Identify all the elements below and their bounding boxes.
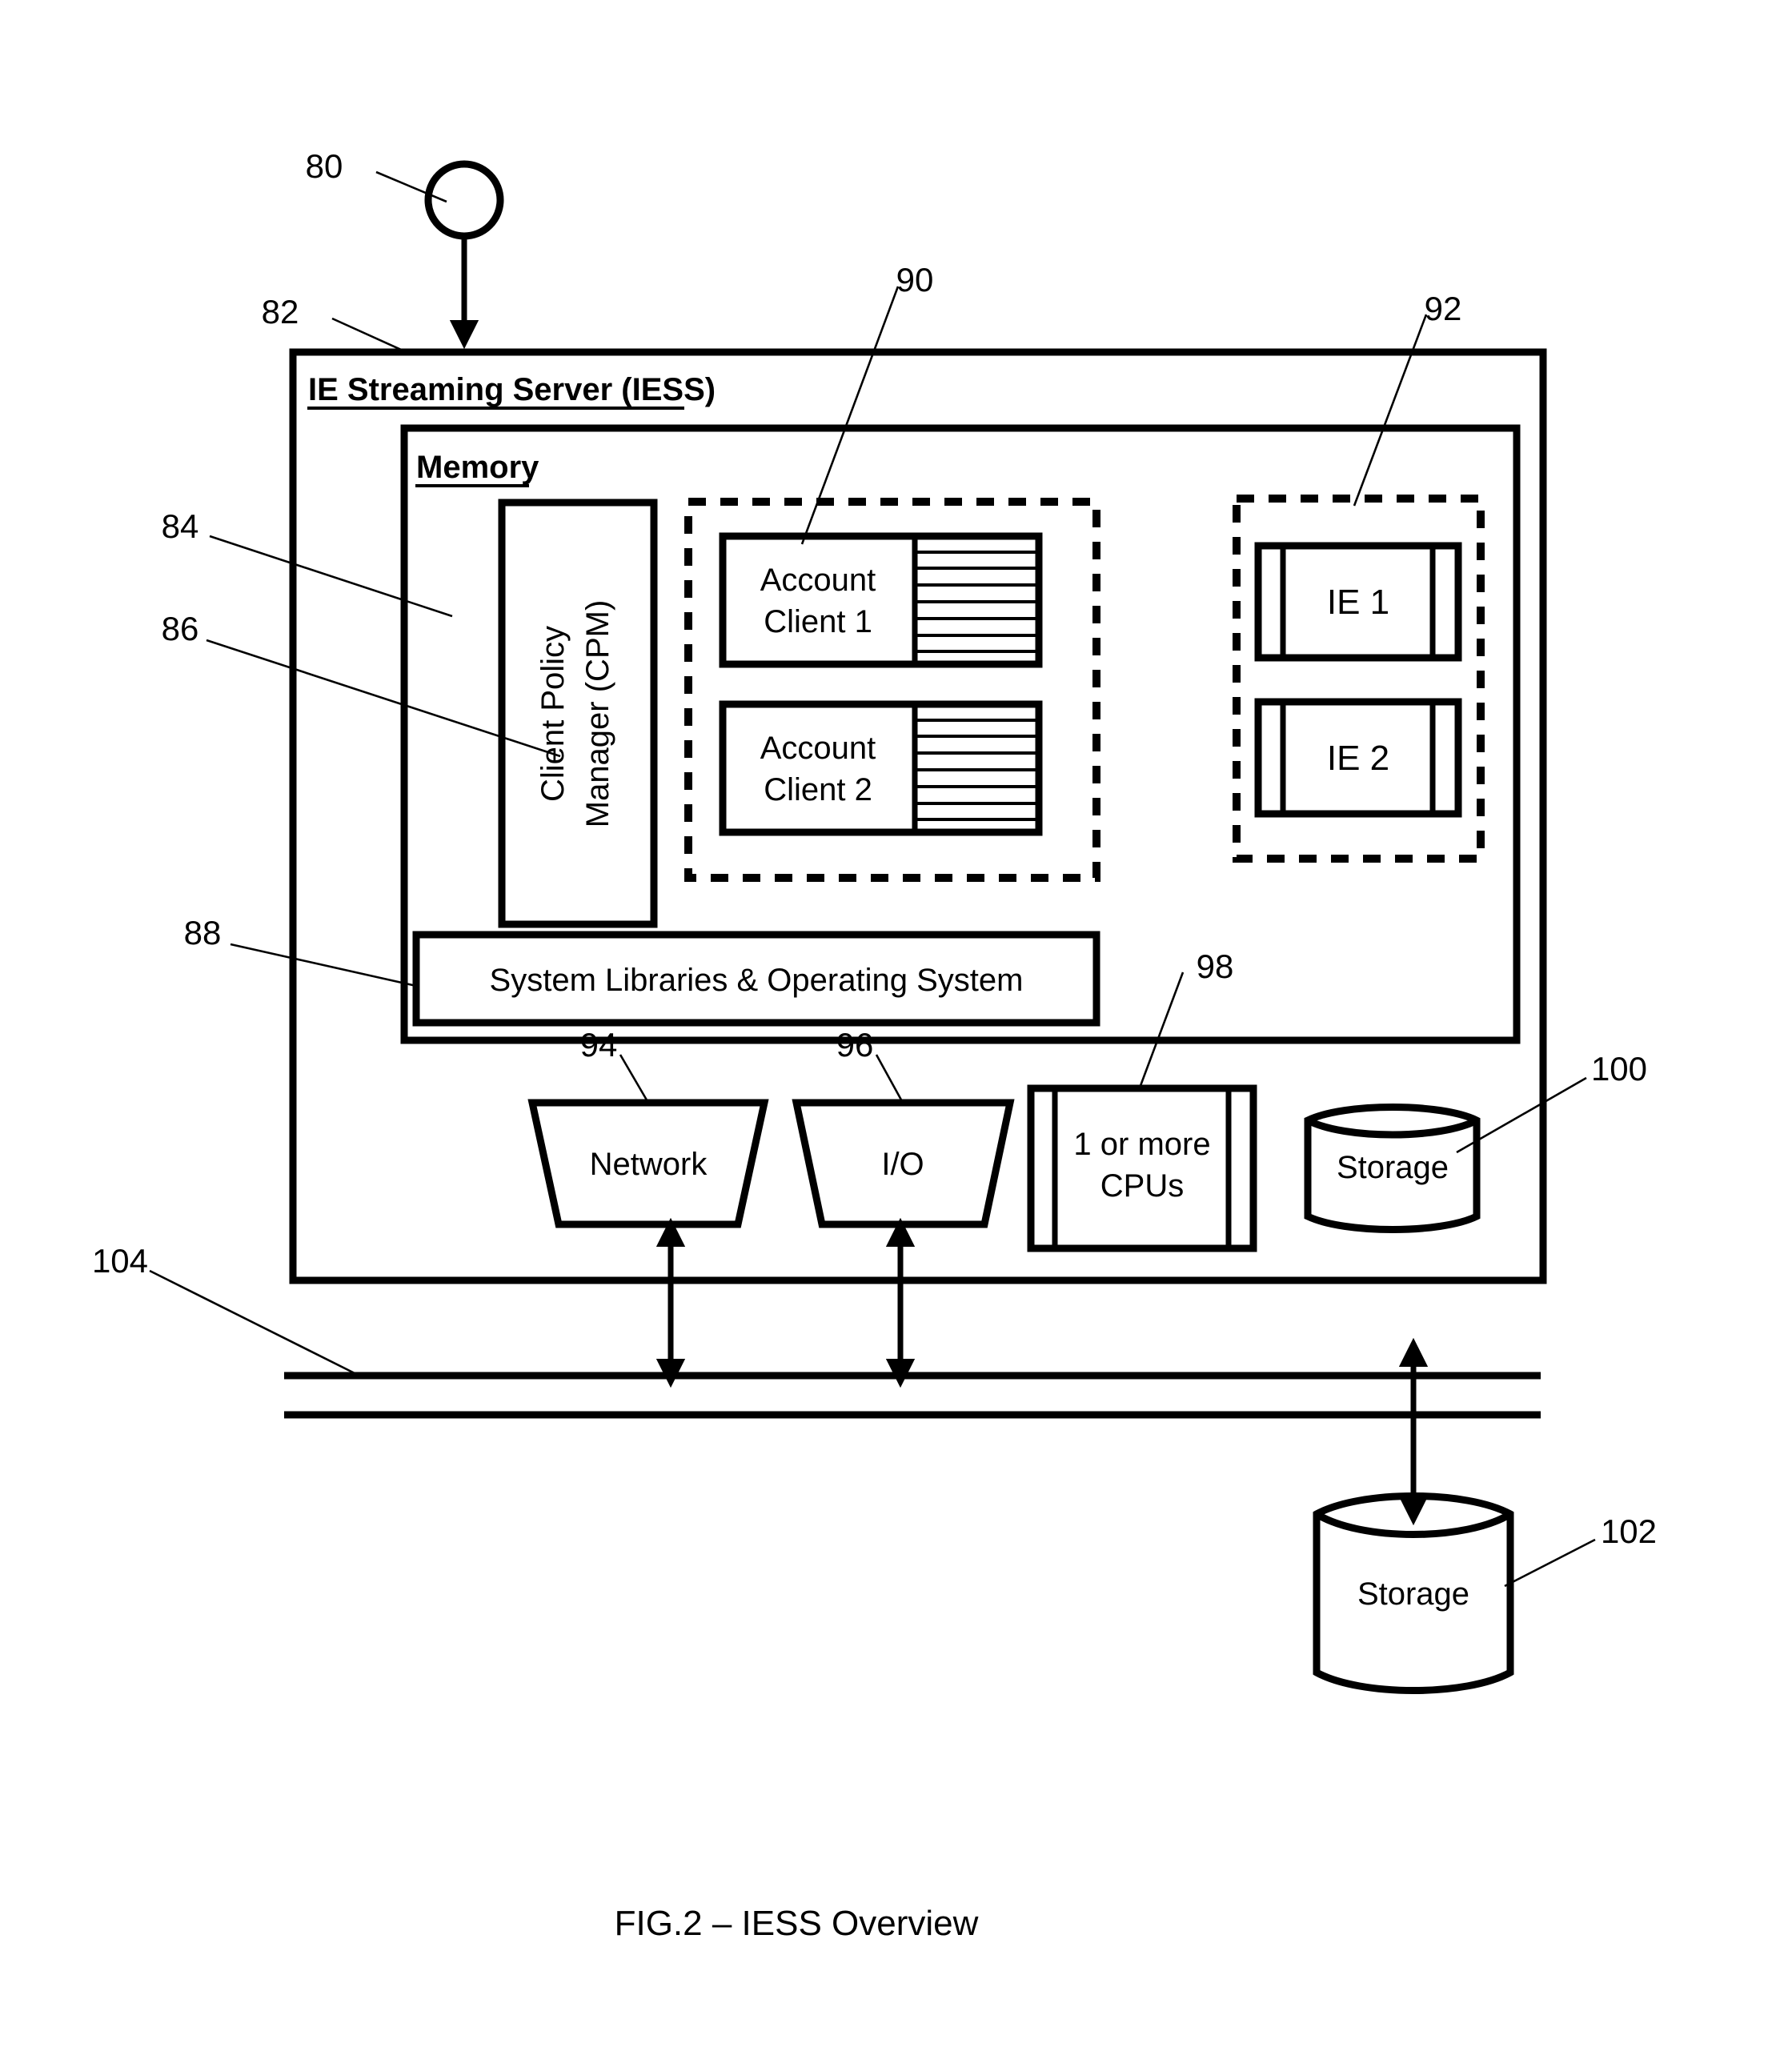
circle-node-icon	[424, 160, 504, 240]
ref-number-84: 84	[162, 507, 199, 545]
account-client-2-label-line1: Account	[760, 731, 876, 766]
cpus-label-line2: CPUs	[1100, 1168, 1184, 1204]
ref-number-96: 96	[836, 1026, 874, 1064]
ref-number-92: 92	[1425, 290, 1462, 327]
account-client-1-label-line2: Client 1	[764, 604, 872, 639]
memory-title: Memory	[416, 450, 539, 485]
ie-engine-2-label: IE 2	[1327, 739, 1389, 778]
ref-number-94: 94	[580, 1026, 618, 1064]
cpus-module: 1 or more CPUs	[1027, 1084, 1257, 1252]
external-storage-top-ellipse	[1314, 1511, 1513, 1538]
ref-number-82: 82	[262, 293, 299, 330]
account-client-1-label-line1: Account	[760, 563, 876, 598]
leader-84	[209, 535, 453, 618]
ref-number-104: 104	[92, 1242, 148, 1280]
cpm-label-line1: Client Policy	[535, 626, 571, 802]
internal-storage-cylinder: Storage	[1304, 1104, 1481, 1233]
ref-number-100: 100	[1591, 1050, 1647, 1088]
system-libraries-label: System Libraries & Operating System	[490, 963, 1024, 998]
external-storage-cylinder: Storage	[1313, 1492, 1514, 1694]
leader-92	[1353, 314, 1428, 507]
leader-104	[149, 1269, 357, 1376]
ref-number-90: 90	[896, 261, 934, 298]
figure-canvas: 80 82 IE Streaming Server (IESS) 84 Memo…	[92, 147, 1657, 1943]
leader-86	[206, 639, 561, 758]
external-storage-label: Storage	[1357, 1576, 1469, 1612]
account-client-2-stripes	[915, 719, 1039, 821]
account-client-2-label-line2: Client 2	[764, 772, 872, 807]
leader-82	[331, 317, 409, 355]
ie-engine-1-label: IE 1	[1327, 583, 1389, 622]
memory-box	[400, 424, 1521, 1044]
ie-engine-2: IE 2	[1254, 698, 1462, 818]
io-label: I/O	[881, 1147, 924, 1182]
ref-number-88: 88	[184, 914, 222, 951]
cpm-label-line2: Manager (CPM)	[580, 600, 615, 828]
iess-title: IE Streaming Server (IESS)	[308, 372, 716, 407]
account-client-1: Account Client 1	[719, 532, 1043, 668]
leader-102	[1504, 1538, 1596, 1588]
leader-88	[230, 943, 417, 987]
figure-caption: FIG.2 – IESS Overview	[615, 1904, 979, 1943]
cpm-box	[498, 499, 658, 928]
leader-98	[1137, 971, 1185, 1091]
leader-94	[619, 1054, 650, 1104]
leader-100	[1456, 1076, 1587, 1154]
network-label: Network	[590, 1147, 708, 1182]
cpm-label-group: Client Policy Manager (CPM)	[535, 600, 615, 828]
cpus-label-line1: 1 or more	[1073, 1127, 1210, 1162]
leader-96	[875, 1054, 904, 1104]
ref-number-98: 98	[1197, 947, 1234, 985]
ref-number-86: 86	[162, 610, 199, 647]
ie-group-dashed-box	[1233, 495, 1485, 863]
internal-storage-top-ellipse	[1305, 1116, 1479, 1139]
account-client-2: Account Client 2	[719, 700, 1043, 836]
ref-number-80: 80	[306, 147, 343, 185]
ref-number-102: 102	[1601, 1512, 1657, 1550]
patent-figure: 80 82 IE Streaming Server (IESS) 84 Memo…	[0, 0, 1792, 2051]
ie-engine-1: IE 1	[1254, 542, 1462, 662]
internal-storage-label: Storage	[1337, 1150, 1449, 1185]
account-client-1-stripes	[915, 551, 1039, 653]
